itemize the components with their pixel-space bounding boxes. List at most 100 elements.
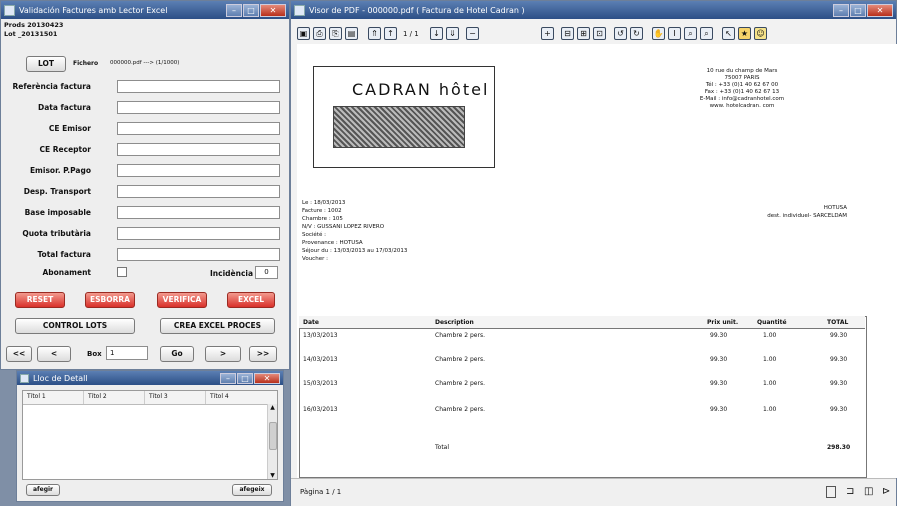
field-input[interactable] bbox=[117, 143, 280, 156]
field-input[interactable] bbox=[117, 227, 280, 240]
detail-column-2[interactable]: Títol 2 bbox=[84, 391, 145, 404]
detail-column-1[interactable]: Títol 1 bbox=[23, 391, 84, 404]
two-page-continuous-icon[interactable]: ⊳ bbox=[882, 486, 890, 497]
pdf-status-bar bbox=[291, 478, 896, 506]
reset-button[interactable]: RESET bbox=[15, 292, 65, 308]
scroll-down-arrow-icon[interactable]: ▼ bbox=[268, 472, 277, 479]
page-forward-icon[interactable]: ↓ bbox=[430, 27, 443, 40]
field-label: CE Receptor bbox=[39, 145, 91, 154]
maximize-button[interactable]: □ bbox=[243, 3, 259, 17]
afegir-button[interactable]: afegir bbox=[26, 484, 60, 496]
row-total: 99.30 bbox=[830, 356, 848, 363]
detail-close-button[interactable]: ✕ bbox=[254, 372, 280, 384]
single-page-icon[interactable] bbox=[826, 486, 836, 498]
detail-maximize-button[interactable]: □ bbox=[237, 372, 253, 384]
meta-line: Séjour du : 13/03/2013 au 17/03/2013 bbox=[302, 248, 408, 254]
pdf-app-icon bbox=[294, 4, 305, 16]
nav-last-button[interactable]: >> bbox=[249, 346, 277, 362]
detail-minimize-button[interactable]: – bbox=[220, 372, 236, 384]
validation-titlebar[interactable]: Validación Factures amb Lector Excel – □… bbox=[1, 1, 289, 19]
incidencia-field[interactable]: 0 bbox=[255, 266, 278, 279]
header-prods: Prods 20130423 bbox=[4, 21, 64, 29]
field-input[interactable] bbox=[117, 185, 280, 198]
detail-table[interactable]: Títol 1 Títol 2 Títol 3 Títol 4 ▲ ▼ bbox=[22, 390, 278, 480]
meta-line: N/V : GUSSANI LOPEZ RIVERO bbox=[302, 224, 385, 230]
pointer-icon[interactable]: ↖ bbox=[722, 27, 735, 40]
field-label: Total factura bbox=[37, 250, 91, 259]
smiley-icon[interactable]: ☺ bbox=[754, 27, 767, 40]
rotate-left-icon[interactable]: ↺ bbox=[614, 27, 627, 40]
select-text-icon[interactable]: I bbox=[668, 27, 681, 40]
esborra-button[interactable]: ESBORRA bbox=[85, 292, 135, 308]
page-up-icon[interactable]: ⇑ bbox=[368, 27, 381, 40]
pdf-minimize-button[interactable]: – bbox=[833, 3, 849, 17]
nav-next-button[interactable]: > bbox=[205, 346, 241, 362]
print-icon[interactable]: ⎙ bbox=[313, 27, 326, 40]
validation-title: Validación Factures amb Lector Excel bbox=[19, 5, 168, 15]
excel-button[interactable]: EXCEL bbox=[227, 292, 275, 308]
continuous-page-icon[interactable]: ⊐ bbox=[846, 486, 854, 497]
document-icon[interactable]: ▤ bbox=[345, 27, 358, 40]
zoom-tool-icon[interactable]: ⌕ bbox=[684, 27, 697, 40]
page-number[interactable]: 1 / 1 bbox=[403, 30, 419, 38]
field-input[interactable] bbox=[117, 206, 280, 219]
pdf-close-button[interactable]: ✕ bbox=[867, 3, 893, 17]
hand-tool-icon[interactable]: ✋ bbox=[652, 27, 665, 40]
field-label: Data factura bbox=[38, 103, 91, 112]
hotel-address: 10 rue du champ de Mars 75007 PARIS Tél : … bbox=[677, 68, 807, 110]
field-label: Referència factura bbox=[12, 82, 91, 91]
abonament-checkbox[interactable] bbox=[117, 267, 127, 277]
hotel-brand: CADRAN hôtel bbox=[352, 80, 490, 99]
field-input[interactable] bbox=[117, 248, 280, 261]
detail-table-header: Títol 1 Títol 2 Títol 3 Títol 4 bbox=[23, 391, 277, 405]
nav-first-button[interactable]: << bbox=[6, 346, 32, 362]
field-label: Emisor. P.Pago bbox=[29, 166, 91, 175]
page-status: Pàgina 1 / 1 bbox=[300, 488, 342, 496]
zoom-out-icon[interactable]: − bbox=[466, 27, 479, 40]
rotate-right-icon[interactable]: ↻ bbox=[630, 27, 643, 40]
detail-column-4[interactable]: Títol 4 bbox=[206, 391, 266, 404]
invoice-total-label: Total bbox=[435, 444, 450, 451]
pdf-maximize-button[interactable]: □ bbox=[850, 3, 866, 17]
actual-size-icon[interactable]: ⊡ bbox=[593, 27, 606, 40]
row-desc: Chambre 2 pers. bbox=[435, 380, 485, 387]
scroll-up-arrow-icon[interactable]: ▲ bbox=[268, 404, 277, 411]
zoom-region-icon[interactable]: ⌕ bbox=[700, 27, 713, 40]
fit-page-icon[interactable]: ⊞ bbox=[577, 27, 590, 40]
field-input[interactable] bbox=[117, 80, 280, 93]
row-qty: 1.00 bbox=[763, 380, 777, 387]
minimize-button[interactable]: – bbox=[226, 3, 242, 17]
save-icon[interactable]: ▣ bbox=[297, 27, 310, 40]
control-lots-button[interactable]: CONTROL LOTS bbox=[15, 318, 135, 334]
header-price: Prix unit. bbox=[707, 319, 739, 326]
pdf-titlebar[interactable]: Visor de PDF - 000000.pdf ( Factura de H… bbox=[291, 1, 896, 19]
crea-excel-button[interactable]: CREA EXCEL PROCES bbox=[160, 318, 275, 334]
two-page-icon[interactable]: ◫ bbox=[864, 486, 873, 497]
row-price: 99.30 bbox=[710, 406, 728, 413]
nav-prev-button[interactable]: < bbox=[37, 346, 71, 362]
page-down-icon[interactable]: ⇓ bbox=[446, 27, 459, 40]
scroll-thumb[interactable] bbox=[269, 422, 277, 450]
detail-scrollbar[interactable]: ▲ ▼ bbox=[267, 404, 277, 479]
row-qty: 1.00 bbox=[763, 356, 777, 363]
detail-app-icon bbox=[20, 373, 29, 383]
go-button[interactable]: Go bbox=[160, 346, 194, 362]
field-input[interactable] bbox=[117, 122, 280, 135]
lot-button[interactable]: LOT bbox=[26, 56, 66, 72]
meta-line: Provenance : HOTUSA bbox=[302, 240, 363, 246]
box-label: Box bbox=[87, 350, 102, 358]
detail-titlebar[interactable]: Lloc de Detall – □ ✕ bbox=[17, 371, 283, 385]
field-input[interactable] bbox=[117, 164, 280, 177]
detail-column-3[interactable]: Títol 3 bbox=[145, 391, 206, 404]
field-input[interactable] bbox=[117, 101, 280, 114]
row-date: 15/03/2013 bbox=[303, 380, 338, 387]
afegeix-button[interactable]: afegeix bbox=[232, 484, 272, 496]
print-preview-icon[interactable]: ⎘ bbox=[329, 27, 342, 40]
close-button[interactable]: ✕ bbox=[260, 3, 286, 17]
verifica-button[interactable]: VERIFICA bbox=[157, 292, 207, 308]
bookmark-icon[interactable]: ★ bbox=[738, 27, 751, 40]
fit-width-icon[interactable]: ⊟ bbox=[561, 27, 574, 40]
zoom-in-icon[interactable]: + bbox=[541, 27, 554, 40]
page-back-icon[interactable]: ↑ bbox=[384, 27, 397, 40]
box-field[interactable]: 1 bbox=[106, 346, 148, 360]
